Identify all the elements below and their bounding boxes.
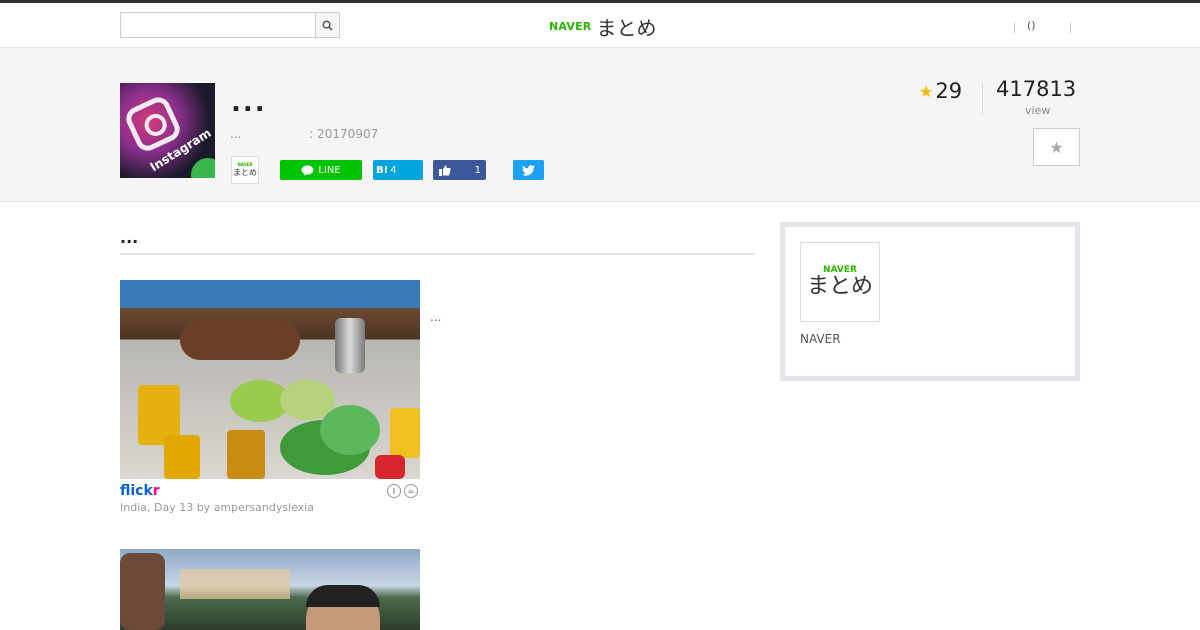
header-link[interactable]: () [1027, 19, 1036, 32]
logo-name: まとめ [596, 15, 657, 40]
matome-thumbnail[interactable]: Instagram [120, 83, 215, 178]
star-icon: ★ [919, 81, 934, 101]
header-divider [1070, 22, 1071, 33]
thumbnail-decoration [191, 158, 215, 178]
flickr-logo[interactable]: flickr [120, 483, 160, 499]
photo-subject [180, 320, 300, 360]
matome-meta: ... : 20170907 [230, 127, 378, 141]
search-button[interactable] [315, 12, 340, 38]
photo-leaf [320, 405, 380, 455]
curator-name[interactable]: NAVER [800, 332, 841, 346]
cc-nd-icon: = [404, 484, 418, 498]
photo-cup [335, 318, 365, 373]
page-title: ... [231, 88, 267, 118]
facebook-like-button[interactable]: 1 [433, 160, 486, 180]
line-icon [301, 164, 314, 176]
hatena-icon: B! [376, 164, 389, 176]
flickr-logo-part2: r [152, 483, 160, 499]
favorite-number: 29 [935, 79, 963, 103]
search-icon [322, 20, 333, 31]
photo-red-object [375, 455, 405, 479]
update-date: : 20170907 [309, 127, 379, 141]
content-photo[interactable] [120, 549, 420, 630]
curator-logo[interactable]: NAVER まとめ [800, 242, 880, 322]
cc-by-icon: i [387, 484, 401, 498]
photo-person [120, 553, 165, 630]
item-caption: ... [430, 310, 442, 324]
star-outline-icon: ★ [1049, 137, 1064, 157]
twitter-bird-icon [522, 164, 535, 176]
curator-logo-name: まとめ [806, 273, 873, 299]
photo-hair [306, 585, 380, 607]
thumbs-up-icon [439, 165, 451, 176]
view-label: view [1025, 104, 1051, 117]
favorite-count: ★ 29 [919, 79, 962, 103]
photo-jar [164, 435, 200, 479]
photo-credit[interactable]: India, Day 13 by ampersandyslexia [120, 501, 314, 514]
content-photo[interactable] [120, 280, 420, 479]
facebook-like-count: 1 [474, 164, 481, 176]
site-header: NAVER まとめ () [0, 0, 1200, 48]
view-count: 417813 [996, 77, 1077, 101]
search-input[interactable] [120, 12, 316, 38]
curator-avatar[interactable]: NAVER まとめ [231, 156, 259, 184]
twitter-share-button[interactable] [513, 160, 544, 180]
line-share-label: LINE [318, 164, 341, 176]
photo-jar [390, 408, 420, 458]
section-heading: ... [120, 228, 139, 247]
header-divider [1014, 22, 1015, 33]
hatena-bookmark-button[interactable]: B! 4 [373, 160, 423, 180]
add-favorite-button[interactable]: ★ [1033, 128, 1080, 166]
line-share-button[interactable]: LINE [280, 160, 362, 180]
stats-divider [982, 82, 983, 115]
photo-jar [227, 430, 265, 479]
author-name[interactable]: ... [230, 127, 241, 141]
photo-building [180, 569, 290, 599]
curator-card: NAVER まとめ NAVER [780, 222, 1080, 381]
license-icons[interactable]: i = [387, 484, 418, 498]
flickr-logo-part1: flick [120, 483, 153, 499]
avatar-name: まとめ [233, 168, 257, 177]
hatena-count: 4 [390, 164, 397, 176]
site-logo[interactable]: NAVER まとめ [549, 12, 656, 40]
matome-summary: Instagram ... ... : 20170907 NAVER まとめ L… [0, 48, 1200, 202]
section-divider [120, 253, 755, 255]
logo-brand: NAVER [549, 19, 592, 33]
